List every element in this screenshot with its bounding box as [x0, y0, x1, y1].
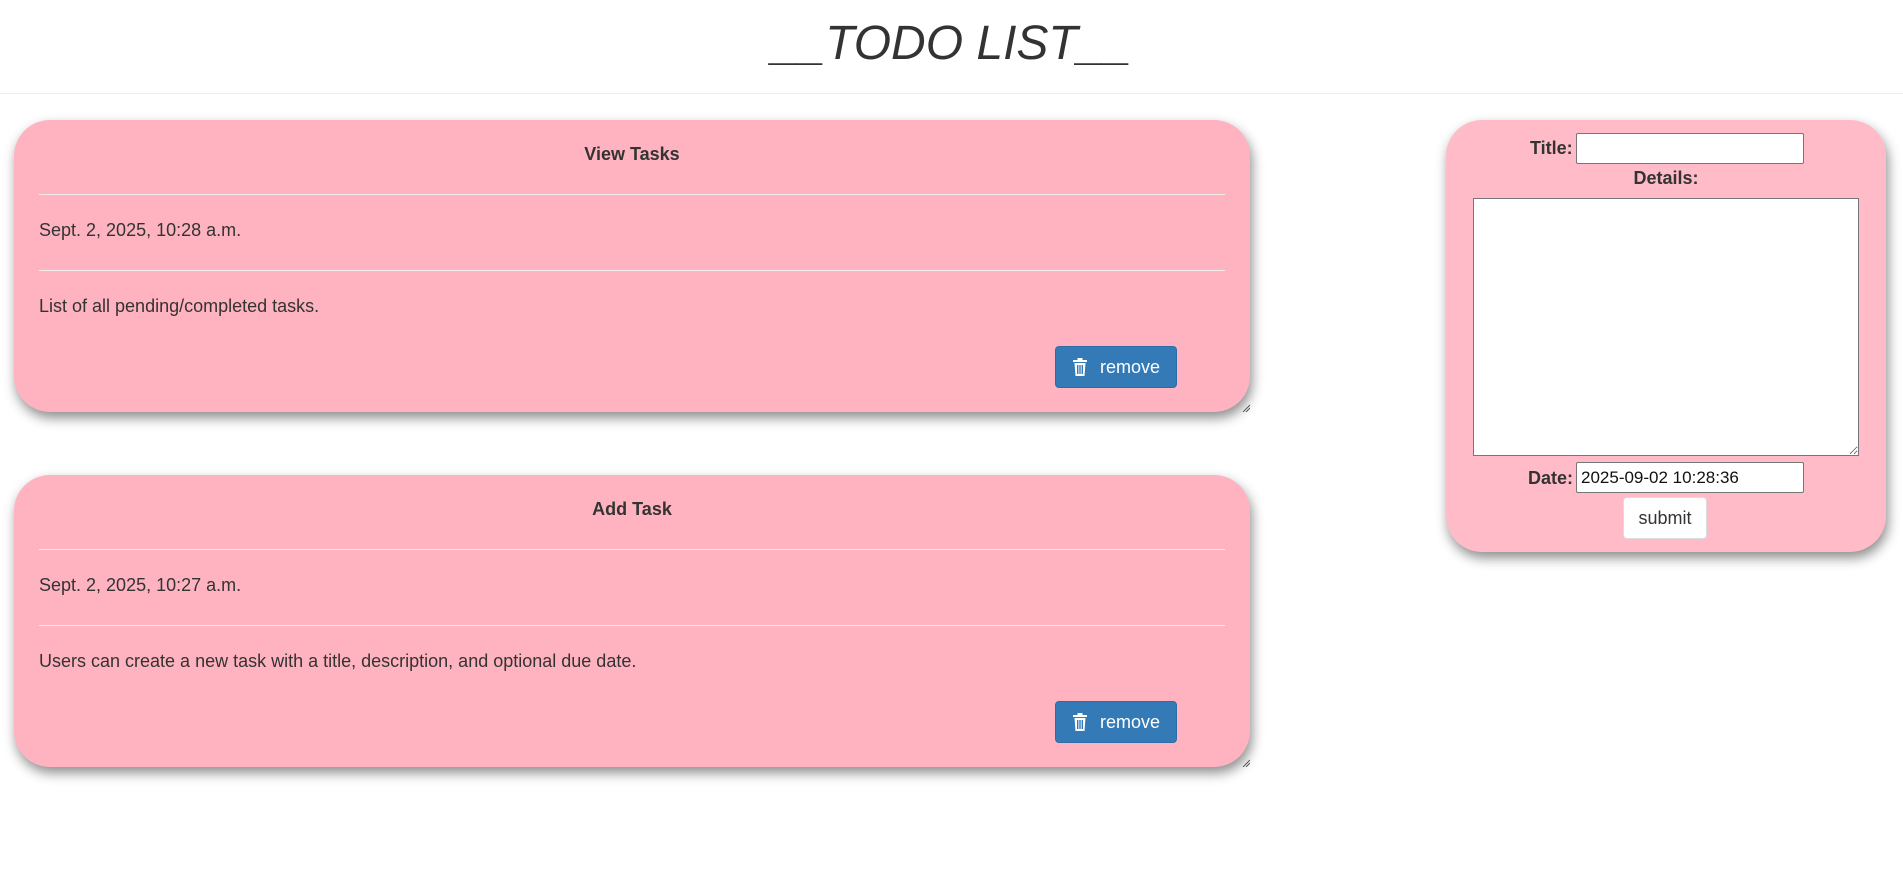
trash-icon — [1072, 358, 1088, 376]
task-description: List of all pending/completed tasks. — [39, 296, 320, 316]
title-label: Title: — [1530, 138, 1573, 158]
date-label: Date: — [1528, 468, 1574, 488]
page-header: __TODO LIST__ — [0, 0, 1903, 94]
divider — [39, 549, 1225, 550]
details-label: Details: — [1633, 168, 1699, 188]
details-textarea[interactable] — [1473, 198, 1859, 456]
submit-button[interactable]: submit — [1623, 497, 1707, 539]
divider — [39, 270, 1225, 271]
remove-button[interactable]: remove — [1055, 701, 1177, 743]
task-title: View Tasks — [584, 144, 680, 164]
resize-grip-icon[interactable] — [1242, 759, 1250, 767]
resize-grip-icon[interactable] — [1242, 404, 1250, 412]
date-input[interactable] — [1576, 462, 1804, 493]
page-title: __TODO LIST__ — [771, 17, 1132, 70]
task-date: Sept. 2, 2025, 10:27 a.m. — [39, 575, 242, 595]
trash-icon — [1072, 713, 1088, 731]
divider — [39, 625, 1225, 626]
task-date: Sept. 2, 2025, 10:28 a.m. — [39, 220, 242, 240]
remove-label: remove — [1099, 711, 1161, 732]
add-task-form: Title: Details: Date: submit — [1446, 120, 1886, 552]
title-input[interactable] — [1576, 133, 1804, 164]
task-card: Add Task Sept. 2, 2025, 10:27 a.m. Users… — [14, 475, 1250, 767]
task-card: View Tasks Sept. 2, 2025, 10:28 a.m. Lis… — [14, 120, 1250, 412]
task-title: Add Task — [592, 499, 672, 519]
remove-label: remove — [1099, 356, 1161, 377]
divider — [39, 194, 1225, 195]
remove-button[interactable]: remove — [1055, 346, 1177, 388]
task-description: Users can create a new task with a title… — [39, 651, 637, 671]
